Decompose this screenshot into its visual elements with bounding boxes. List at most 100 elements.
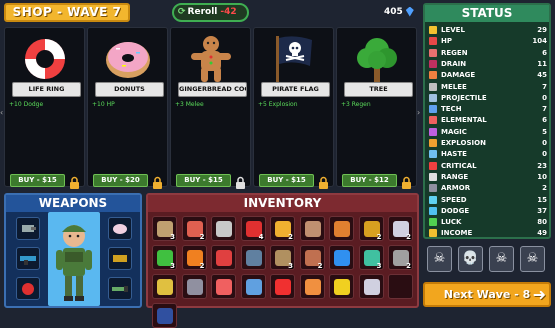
stat-value: 0 — [542, 150, 547, 159]
item-icon — [216, 279, 232, 295]
stat-value: 7 — [542, 105, 547, 114]
reroll-icon: ⟳ — [178, 7, 186, 17]
item-quantity: 2 — [317, 262, 323, 270]
inventory-slot[interactable]: 3 — [358, 245, 384, 270]
gold-counter: 405 — [384, 5, 424, 19]
buy-button[interactable]: BUY - $20 — [93, 174, 148, 187]
stat-label: LUCK — [441, 218, 462, 227]
tree-icon — [347, 32, 407, 86]
stat-icon — [429, 172, 437, 181]
buy-button[interactable]: BUY - $12 — [342, 174, 397, 187]
lock-icon[interactable] — [318, 174, 329, 189]
shop-item-name: DONUTS — [95, 82, 164, 97]
stat-label: EXPLOSION — [441, 139, 486, 147]
stat-value: 37 — [537, 206, 547, 215]
inventory-slot[interactable] — [299, 216, 325, 241]
next-wave-label: Next Wave - 8 — [443, 288, 531, 301]
inventory-slot[interactable] — [329, 216, 354, 241]
inventory-slot[interactable]: 2 — [181, 216, 207, 241]
stat-label: DRAIN — [441, 59, 467, 68]
weapons-title: WEAPONS — [6, 195, 140, 212]
weapons-panel: WEAPONS — [4, 193, 142, 308]
item-icon — [245, 250, 262, 266]
inventory-slot[interactable] — [388, 274, 413, 299]
inventory-slot[interactable]: 2 — [388, 245, 413, 270]
skull-fire-icon[interactable]: ☠ — [489, 246, 514, 272]
stat-value: 5 — [542, 127, 547, 136]
item-icon — [275, 279, 291, 295]
lock-icon[interactable] — [235, 174, 246, 189]
stat-icon — [429, 218, 437, 227]
inventory-slot[interactable]: 3 — [152, 216, 177, 241]
gold-value: 405 — [384, 7, 403, 17]
lock-icon[interactable] — [152, 174, 163, 189]
stat-row-speed: SPEED 15 — [429, 195, 547, 206]
stat-icon — [429, 82, 437, 91]
buy-button[interactable]: BUY - $15 — [10, 174, 65, 187]
stat-row-critical: CRITICAL 23 — [429, 161, 547, 172]
weapon-slot[interactable] — [16, 247, 40, 270]
inventory-slot[interactable] — [211, 274, 236, 299]
skull-badge-icon[interactable]: ☠ — [427, 246, 452, 272]
weapon-slot[interactable] — [108, 247, 132, 270]
reroll-button[interactable]: ⟳ Reroll -42 — [172, 3, 249, 22]
inventory-slot[interactable] — [240, 245, 266, 270]
item-icon — [304, 279, 321, 295]
stat-icon — [429, 229, 437, 238]
inventory-slot[interactable] — [211, 216, 236, 241]
inventory-slot[interactable] — [329, 274, 354, 299]
stat-value: 6 — [542, 116, 547, 125]
shop-item-donuts: DONUTS +10 HP BUY - $20 — [87, 27, 168, 189]
skull-alert-icon[interactable]: ☠ — [520, 246, 545, 272]
weapon-slot[interactable] — [108, 277, 132, 300]
stat-label: PROJECTILE — [441, 93, 487, 102]
inventory-title: INVENTORY — [148, 195, 417, 212]
stat-label: MAGIC — [441, 127, 467, 136]
weapon-slot[interactable] — [108, 217, 132, 240]
skull-icon[interactable]: 💀 — [458, 246, 483, 272]
inventory-slot[interactable]: 2 — [388, 216, 413, 241]
item-icon — [304, 221, 321, 237]
lock-icon[interactable] — [69, 174, 80, 189]
inventory-slot[interactable]: 4 — [240, 216, 266, 241]
weapon-slot[interactable] — [16, 217, 40, 240]
inventory-slot[interactable]: 2 — [270, 216, 295, 241]
buy-button[interactable]: BUY - $15 — [176, 174, 231, 187]
inventory-slot[interactable] — [329, 245, 354, 270]
inventory-slot[interactable]: 3 — [152, 245, 177, 270]
shop-item-effect: +10 Dodge — [9, 101, 44, 108]
item-icon — [216, 250, 232, 266]
inventory-slot[interactable] — [240, 274, 266, 299]
inventory-slot[interactable] — [358, 274, 384, 299]
stat-label: ARMOR — [441, 184, 471, 193]
inventory-slot[interactable]: 2 — [181, 245, 207, 270]
stat-row-haste: HASTE 0 — [429, 149, 547, 160]
buy-button[interactable]: BUY - $15 — [259, 174, 314, 187]
stat-row-melee: MELEE 7 — [429, 82, 547, 93]
stat-value: 45 — [537, 71, 547, 80]
stat-icon — [429, 105, 437, 114]
inventory-slot[interactable] — [152, 303, 177, 328]
weapon-slot[interactable] — [16, 277, 40, 300]
next-wave-button[interactable]: Next Wave - 8 ➜ — [423, 282, 551, 307]
shop-item-name: LIFE RING — [12, 82, 81, 97]
stat-icon — [429, 206, 437, 215]
gem-icon — [405, 6, 414, 17]
inventory-slot[interactable] — [181, 274, 207, 299]
inventory-slot[interactable]: 3 — [270, 245, 295, 270]
stat-icon — [429, 116, 437, 125]
stat-value: 7 — [542, 82, 547, 91]
stat-row-elemental: ELEMENTAL 6 — [429, 115, 547, 126]
inventory-slot[interactable] — [152, 274, 177, 299]
stat-row-regen: REGEN 6 — [429, 48, 547, 59]
inventory-slot[interactable] — [299, 274, 325, 299]
stat-row-drain: DRAIN 11 — [429, 59, 547, 70]
inventory-slot[interactable]: 2 — [299, 245, 325, 270]
stat-icon — [429, 184, 437, 193]
inventory-slot[interactable]: 2 — [358, 216, 384, 241]
item-icon — [157, 279, 173, 295]
inventory-slot[interactable] — [270, 274, 295, 299]
stat-icon — [429, 139, 437, 147]
lock-icon[interactable] — [401, 174, 412, 189]
inventory-slot[interactable] — [211, 245, 236, 270]
